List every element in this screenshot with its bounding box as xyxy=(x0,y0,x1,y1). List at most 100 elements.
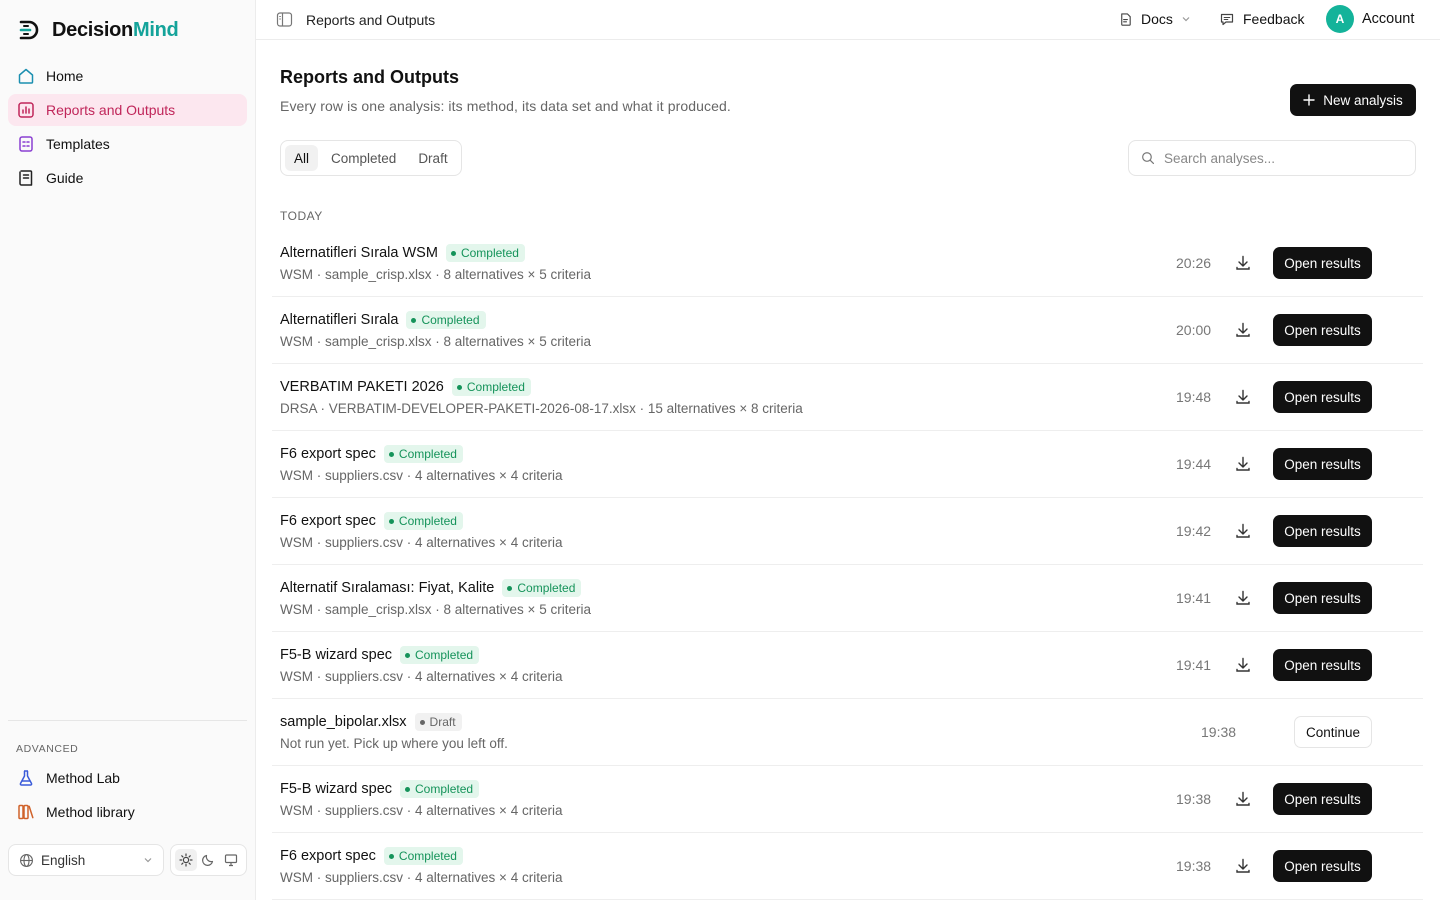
status-dot xyxy=(405,786,411,792)
download-button[interactable] xyxy=(1234,254,1252,272)
analysis-title[interactable]: F6 export spec xyxy=(280,848,376,864)
section-label-today: TODAY xyxy=(280,209,323,223)
table-row[interactable]: F6 export spec Completed WSM · suppliers.c… xyxy=(272,498,1423,565)
sidebar-divider xyxy=(8,720,247,721)
sidebar-toggle-icon[interactable] xyxy=(276,11,293,28)
analysis-title[interactable]: Alternatifleri Sırala WSM xyxy=(280,245,438,261)
tab-all[interactable]: All xyxy=(285,145,319,171)
theme-dark-button[interactable] xyxy=(197,849,219,871)
analysis-title[interactable]: F5-B wizard spec xyxy=(280,647,392,663)
open-results-button[interactable]: Open results xyxy=(1273,515,1372,547)
download-icon xyxy=(1236,590,1250,605)
analysis-meta: WSM · suppliers.csv · 4 alternatives × 4… xyxy=(280,803,563,818)
download-button[interactable] xyxy=(1234,589,1252,607)
status-badge: Completed xyxy=(406,311,486,329)
account-menu[interactable]: A Account xyxy=(1326,5,1414,33)
plus-icon xyxy=(1303,94,1315,106)
open-results-button[interactable]: Open results xyxy=(1273,381,1372,413)
row-name: F6 export spec Completed xyxy=(280,445,463,463)
language-value: English xyxy=(41,852,86,868)
open-results-button[interactable]: Open results xyxy=(1273,448,1372,480)
sidebar-item-templates[interactable]: Templates xyxy=(8,128,247,160)
sidebar-item-method-lab[interactable]: Method Lab xyxy=(8,762,247,794)
download-icon xyxy=(1236,523,1250,538)
new-analysis-label: New analysis xyxy=(1323,92,1403,108)
table-row[interactable]: F6 export spec Completed WSM · suppliers.c… xyxy=(272,833,1423,900)
status-badge: Completed xyxy=(445,244,525,262)
analysis-title[interactable]: F6 export spec xyxy=(280,513,376,529)
table-row[interactable]: F5-B wizard spec Completed WSM · suppliers… xyxy=(272,766,1423,833)
status-dot xyxy=(450,250,456,256)
docs-label: Docs xyxy=(1141,11,1173,27)
tab-draft[interactable]: Draft xyxy=(409,145,456,171)
sidebar-item-method-library[interactable]: Method library xyxy=(8,796,247,828)
table-row[interactable]: Alternatif Sıralaması: Fiyat, Kalite Comp… xyxy=(272,565,1423,632)
table-row[interactable]: VERBATIM PAKETI 2026 Completed DRSA · VERB… xyxy=(272,364,1423,431)
analysis-title[interactable]: Alternatifleri Sırala xyxy=(280,312,398,328)
search-input[interactable] xyxy=(1163,150,1403,166)
table-row[interactable]: F6 export spec Completed WSM · suppliers.c… xyxy=(272,431,1423,498)
analysis-title[interactable]: VERBATIM PAKETI 2026 xyxy=(280,379,444,395)
table-row[interactable]: F5-B wizard spec Completed WSM · suppliers… xyxy=(272,632,1423,699)
language-select[interactable]: English xyxy=(8,844,164,876)
analysis-title[interactable]: F6 export spec xyxy=(280,446,376,462)
open-results-button[interactable]: Open results xyxy=(1273,247,1372,279)
analysis-time: 20:26 xyxy=(1176,255,1212,271)
status-badge: Completed xyxy=(383,445,463,463)
monitor-icon xyxy=(224,854,237,867)
status-dot xyxy=(419,719,425,725)
feedback-button[interactable]: Feedback xyxy=(1219,11,1304,27)
open-results-button[interactable]: Open results xyxy=(1273,582,1372,614)
status-badge: Completed xyxy=(451,378,531,396)
download-button[interactable] xyxy=(1234,857,1252,875)
table-row[interactable]: Alternatifleri Sırala Completed WSM · samp… xyxy=(272,297,1423,364)
download-button[interactable] xyxy=(1234,388,1252,406)
sidebar-nav: Home Reports and Outputs Templates Guide xyxy=(8,60,247,196)
open-results-button[interactable]: Open results xyxy=(1273,314,1372,346)
account-label: Account xyxy=(1362,11,1415,27)
download-button[interactable] xyxy=(1234,790,1252,808)
analysis-title[interactable]: sample_bipolar.xlsx xyxy=(280,714,407,730)
sidebar-item-guide[interactable]: Guide xyxy=(8,162,247,194)
analysis-title[interactable]: Alternatif Sıralaması: Fiyat, Kalite xyxy=(280,580,494,596)
docs-menu-button[interactable]: Docs xyxy=(1118,11,1191,27)
table-row[interactable]: Alternatifleri Sırala WSM Completed WSM · … xyxy=(272,230,1423,297)
flask-icon xyxy=(19,770,33,786)
analysis-time: 19:41 xyxy=(1176,657,1212,673)
table-row[interactable]: sample_bipolar.xlsx Draft Not run yet. Pic… xyxy=(272,699,1423,766)
row-name: F5-B wizard spec Completed xyxy=(280,780,480,798)
topbar: Reports and Outputs Docs Feedback A Acco… xyxy=(256,0,1440,40)
new-analysis-button[interactable]: New analysis xyxy=(1290,84,1416,116)
download-button[interactable] xyxy=(1234,321,1252,339)
status-label: Completed xyxy=(460,246,519,260)
status-dot xyxy=(388,451,394,457)
moon-icon xyxy=(202,854,214,866)
analysis-time: 19:42 xyxy=(1176,523,1212,539)
theme-light-button[interactable] xyxy=(175,849,198,871)
tab-completed[interactable]: Completed xyxy=(322,145,405,171)
chevron-down-icon xyxy=(1182,17,1190,22)
download-button[interactable] xyxy=(1234,656,1252,674)
open-results-button[interactable]: Open results xyxy=(1273,649,1372,681)
continue-button[interactable]: Continue xyxy=(1294,716,1372,748)
status-label: Completed xyxy=(415,782,474,796)
status-label: Completed xyxy=(415,648,474,662)
status-badge: Completed xyxy=(383,847,463,865)
feedback-label: Feedback xyxy=(1243,11,1305,27)
search-icon xyxy=(1142,152,1155,165)
analysis-title[interactable]: F5-B wizard spec xyxy=(280,781,392,797)
status-label: Completed xyxy=(398,514,457,528)
sidebar-item-home[interactable]: Home xyxy=(8,60,247,92)
download-button[interactable] xyxy=(1234,522,1252,540)
library-icon xyxy=(18,804,34,820)
sidebar-item-reports[interactable]: Reports and Outputs xyxy=(8,94,247,126)
row-name: sample_bipolar.xlsx Draft xyxy=(280,713,462,731)
row-name: F6 export spec Completed xyxy=(280,512,463,530)
open-results-button[interactable]: Open results xyxy=(1273,783,1372,815)
brand-logo[interactable]: DecisionMind xyxy=(18,16,179,44)
status-label: Completed xyxy=(466,380,525,394)
open-results-button[interactable]: Open results xyxy=(1273,850,1372,882)
download-button[interactable] xyxy=(1234,455,1252,473)
theme-system-button[interactable] xyxy=(220,849,242,871)
sidebar-item-label: Guide xyxy=(46,170,84,186)
